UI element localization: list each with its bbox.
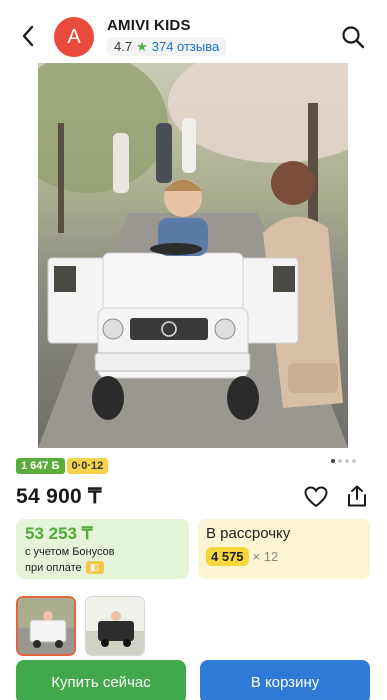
installment-amount: 4 575 [206,547,249,566]
rating-pill[interactable]: 4.7 ★ 374 отзыва [107,37,227,56]
shop-avatar[interactable]: A [54,17,94,57]
installment-row: 4 575 × 12 [206,547,278,566]
bonus-payment-text: при оплате [25,561,82,574]
heart-icon [304,486,328,508]
chevron-left-icon [22,25,34,47]
share-icon [348,485,366,507]
back-button[interactable] [16,22,40,50]
installment-badge: 0·0·12 [66,458,109,474]
thumbnail[interactable] [85,596,145,656]
bonus-price-card[interactable]: 53 253 ₸ с учетом Бонусов при оплате ◧ [16,519,189,579]
pagination-dot [352,459,356,463]
installment-title: В рассрочку [206,525,291,542]
reviews-link[interactable]: 374 отзыва [152,39,220,54]
search-button[interactable] [340,24,366,50]
product-price: 54 900 ₸ [16,485,102,508]
add-to-cart-button[interactable]: В корзину [200,660,370,700]
pagination-dot [345,459,349,463]
rating-value: 4.7 [114,39,133,54]
bonus-payment-note: при оплате ◧ [25,561,104,574]
share-button[interactable] [345,484,369,508]
pagination-dot-active [331,459,335,463]
bonus-badge: 1 647 Б [16,458,65,474]
product-image[interactable] [38,63,348,448]
shop-name[interactable]: AMIVI KIDS [107,17,191,34]
bonus-price: 53 253 ₸ [25,524,93,543]
installment-card[interactable]: В рассрочку 4 575 × 12 [198,519,370,579]
gallery-pagination [331,459,356,463]
search-icon [342,26,365,49]
favorite-button[interactable] [304,486,328,508]
promo-badges: 1 647 Б 0·0·12 [16,458,109,474]
wallet-icon: ◧ [85,561,104,574]
buy-now-button[interactable]: Купить сейчас [16,660,186,700]
pagination-dot [338,459,342,463]
shop-header: A AMIVI KIDS 4.7 ★ 374 отзыва [0,0,387,62]
thumbnail-selected[interactable] [16,596,76,656]
star-icon: ★ [136,38,148,54]
installment-term: × 12 [252,549,279,564]
bonus-note: с учетом Бонусов [25,546,115,558]
